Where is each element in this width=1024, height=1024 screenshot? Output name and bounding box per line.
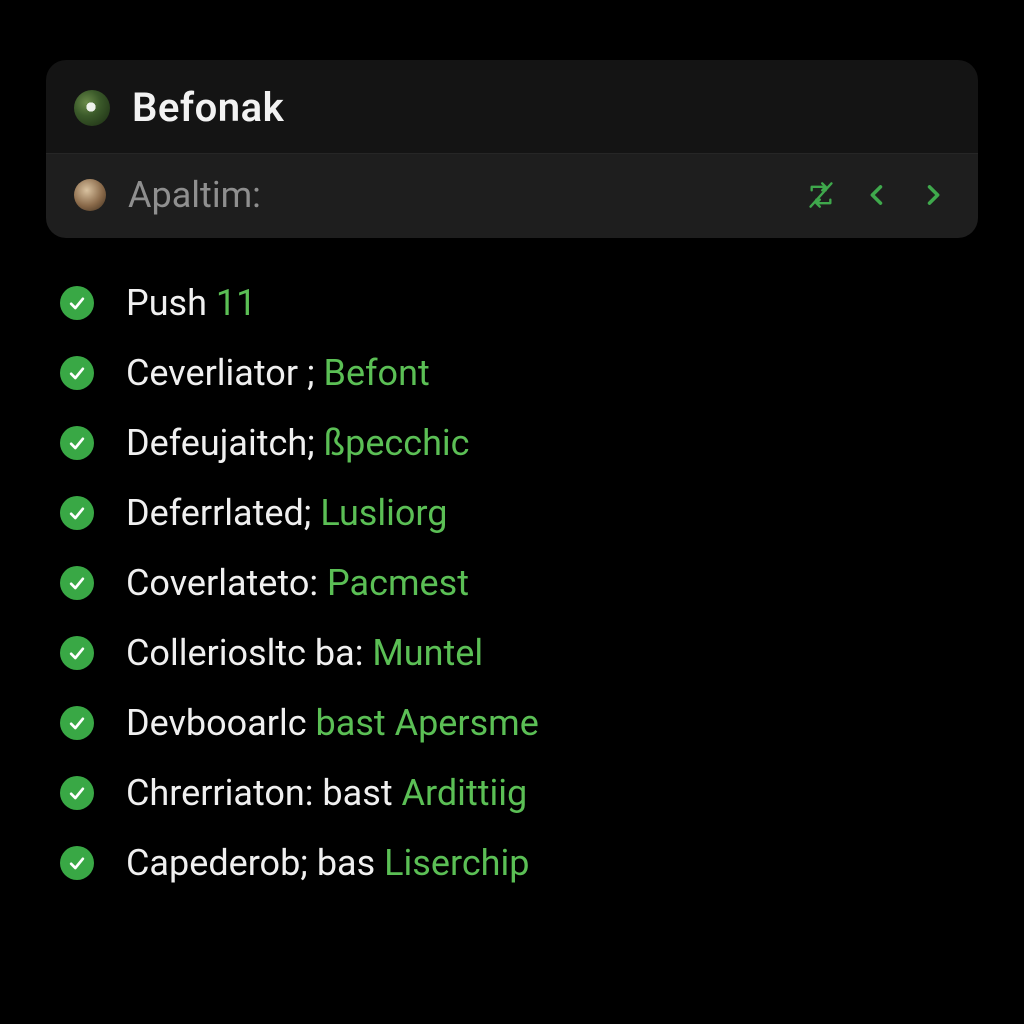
sub-label: Apaltim:	[128, 174, 782, 216]
check-icon	[60, 356, 94, 390]
profile-avatar[interactable]	[74, 90, 110, 126]
list-item[interactable]: Deferrlated; Lusliorg	[46, 482, 978, 544]
list-item-text: Capederob; bas Liserchip	[126, 842, 529, 884]
list-item-text: Ceverliator ; Befont	[126, 352, 430, 394]
list-item[interactable]: Ceverliator ; Befont	[46, 342, 978, 404]
check-icon	[60, 776, 94, 810]
list-item[interactable]: Coverlateto: Pacmest	[46, 552, 978, 614]
next-icon[interactable]	[916, 178, 950, 212]
list-item[interactable]: Push 11	[46, 272, 978, 334]
check-icon	[60, 846, 94, 880]
check-icon	[60, 496, 94, 530]
checklist: Push 11 Ceverliator ; Befont Defeujaitch…	[46, 272, 978, 894]
header-card: Befonak Apaltim:	[46, 60, 978, 238]
list-item-text: Defeujaitch; ßpecchic	[126, 422, 470, 464]
list-item-text: Coverlateto: Pacmest	[126, 562, 469, 604]
list-item[interactable]: Colleriosltc ba: Muntel	[46, 622, 978, 684]
card-title: Befonak	[132, 84, 284, 131]
sub-actions	[804, 178, 950, 212]
list-item-text: Colleriosltc ba: Muntel	[126, 632, 483, 674]
sub-avatar[interactable]	[74, 179, 106, 211]
list-item-text: Devbooarlc bast Apersme	[126, 702, 539, 744]
list-item[interactable]: Defeujaitch; ßpecchic	[46, 412, 978, 474]
list-item[interactable]: Capederob; bas Liserchip	[46, 832, 978, 894]
list-item-text: Chrerriaton: bast Ardittiig	[126, 772, 527, 814]
check-icon	[60, 706, 94, 740]
list-item[interactable]: Devbooarlc bast Apersme	[46, 692, 978, 754]
list-item-text: Deferrlated; Lusliorg	[126, 492, 448, 534]
check-icon	[60, 566, 94, 600]
check-icon	[60, 636, 94, 670]
prev-icon[interactable]	[860, 178, 894, 212]
list-item[interactable]: Chrerriaton: bast Ardittiig	[46, 762, 978, 824]
check-icon	[60, 426, 94, 460]
repost-icon[interactable]	[804, 178, 838, 212]
list-item-text: Push 11	[126, 282, 256, 324]
check-icon	[60, 286, 94, 320]
card-header: Befonak	[46, 60, 978, 153]
card-subheader: Apaltim:	[46, 153, 978, 238]
